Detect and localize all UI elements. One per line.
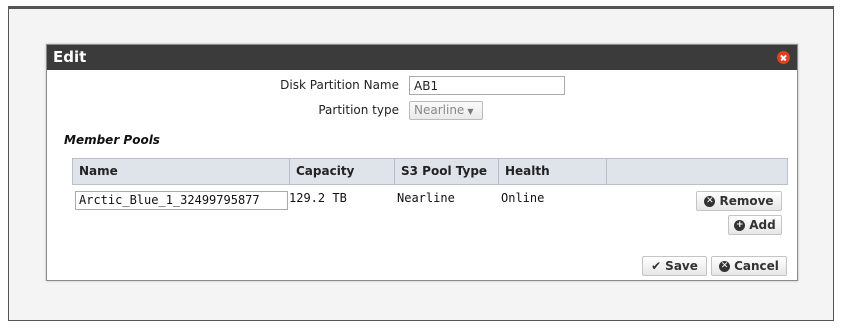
table-header: Name Capacity S3 Pool Type Health [72, 158, 788, 185]
check-icon: ✔ [651, 259, 662, 273]
pool-name-field[interactable]: Arctic_Blue_1_32499795877 [75, 191, 288, 210]
column-header-name[interactable]: Name [73, 159, 290, 184]
add-button[interactable]: + Add [728, 215, 782, 235]
dialog-titlebar[interactable]: Edit [47, 45, 797, 70]
column-header-pool-type[interactable]: S3 Pool Type [395, 159, 499, 184]
partition-name-input[interactable] [409, 76, 565, 95]
save-button-label: Save [665, 259, 698, 273]
cancel-button[interactable]: ✕ Cancel [711, 256, 787, 276]
column-header-health[interactable]: Health [499, 159, 607, 184]
cancel-circle-icon: ✕ [719, 260, 731, 272]
pool-capacity: 129.2 TB [289, 191, 347, 205]
cancel-button-label: Cancel [734, 259, 779, 273]
member-pools-heading: Member Pools [64, 133, 160, 147]
partition-type-select[interactable]: Nearline ▼ [409, 101, 483, 120]
add-circle-icon: + [734, 219, 746, 231]
pool-type: Nearline [397, 191, 455, 205]
remove-button-label: Remove [719, 194, 774, 208]
close-icon[interactable] [777, 51, 790, 64]
chevron-down-icon: ▼ [467, 107, 474, 116]
partition-type-value: Nearline [414, 103, 465, 117]
dialog-title: Edit [53, 48, 87, 66]
save-button[interactable]: ✔ Save [642, 256, 707, 276]
remove-circle-icon: ✕ [704, 195, 716, 207]
partition-type-label: Partition type [318, 103, 399, 117]
remove-button[interactable]: ✕ Remove [696, 191, 782, 211]
pool-health: Online [501, 191, 545, 205]
column-header-capacity[interactable]: Capacity [290, 159, 395, 184]
edit-dialog: Edit Disk Partition Name Partition type … [46, 44, 798, 281]
partition-name-label: Disk Partition Name [280, 78, 399, 92]
add-button-label: Add [749, 218, 776, 232]
